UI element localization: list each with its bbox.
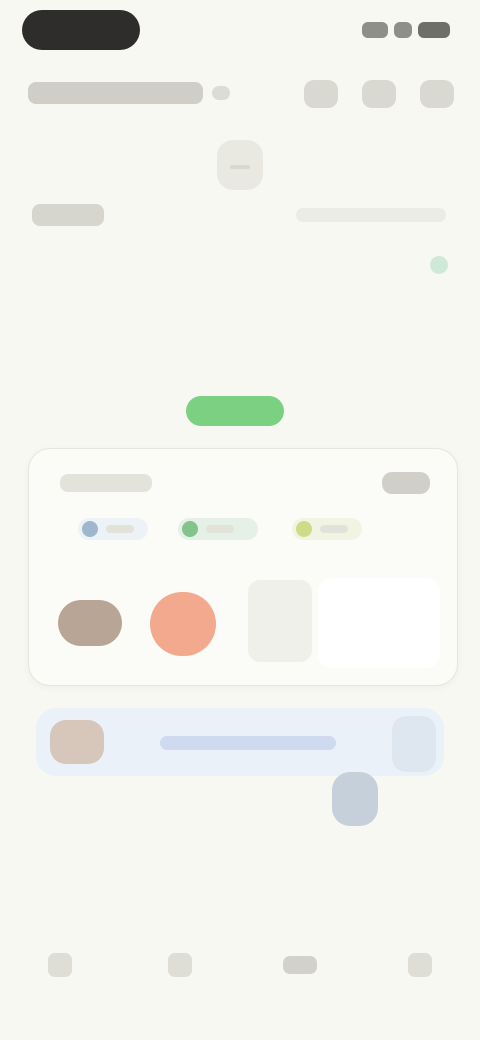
calendar-icon[interactable] <box>362 80 396 108</box>
banner-text <box>160 736 336 750</box>
date-cell[interactable] <box>350 150 396 180</box>
card-action-button[interactable] <box>382 472 430 494</box>
profile-icon <box>408 953 432 977</box>
chip-label <box>320 525 348 533</box>
banner-thumbnail <box>50 720 104 764</box>
chip-dot-icon <box>296 521 312 537</box>
date-strip <box>18 140 462 190</box>
chip-dot-icon <box>182 521 198 537</box>
date-cell[interactable] <box>283 150 329 180</box>
banner-close-icon[interactable] <box>392 716 436 772</box>
nav-item-list[interactable] <box>159 944 201 986</box>
card-title <box>60 474 152 492</box>
card-slot[interactable] <box>248 580 312 662</box>
home-icon <box>48 953 72 977</box>
date-indicator <box>229 165 250 169</box>
list-icon <box>168 953 192 977</box>
status-icons <box>358 18 450 42</box>
chip-dot-icon <box>82 521 98 537</box>
date-cell-active[interactable] <box>216 140 263 190</box>
nav-item-profile[interactable] <box>399 944 441 986</box>
section-title <box>32 204 104 226</box>
date-cell[interactable] <box>416 150 462 180</box>
date-cell[interactable] <box>84 150 130 180</box>
search-icon[interactable] <box>304 80 338 108</box>
date-cell[interactable] <box>18 150 64 180</box>
primary-cta-button[interactable] <box>186 396 284 426</box>
bottom-navigation <box>0 930 480 1000</box>
signal-icon <box>362 22 388 38</box>
filter-chip[interactable] <box>178 518 258 540</box>
more-icon[interactable] <box>420 80 454 108</box>
section-subtitle <box>296 208 446 222</box>
status-dot <box>430 256 448 274</box>
filter-chip[interactable] <box>292 518 362 540</box>
chip-label <box>106 525 134 533</box>
stats-icon <box>283 956 317 974</box>
filter-chip[interactable] <box>78 518 148 540</box>
avatar[interactable] <box>58 600 122 646</box>
page-title <box>28 82 203 104</box>
nav-item-home[interactable] <box>39 944 81 986</box>
battery-icon <box>418 22 450 38</box>
date-cell[interactable] <box>151 150 197 180</box>
wifi-icon <box>394 22 412 38</box>
status-pill <box>22 10 140 50</box>
card-panel <box>318 578 440 668</box>
chip-label <box>206 525 234 533</box>
avatar[interactable] <box>150 592 216 656</box>
chevron-down-icon[interactable] <box>212 86 230 100</box>
nav-item-stats[interactable] <box>279 944 321 986</box>
floating-action-button[interactable] <box>332 772 378 826</box>
header-actions <box>304 80 454 108</box>
